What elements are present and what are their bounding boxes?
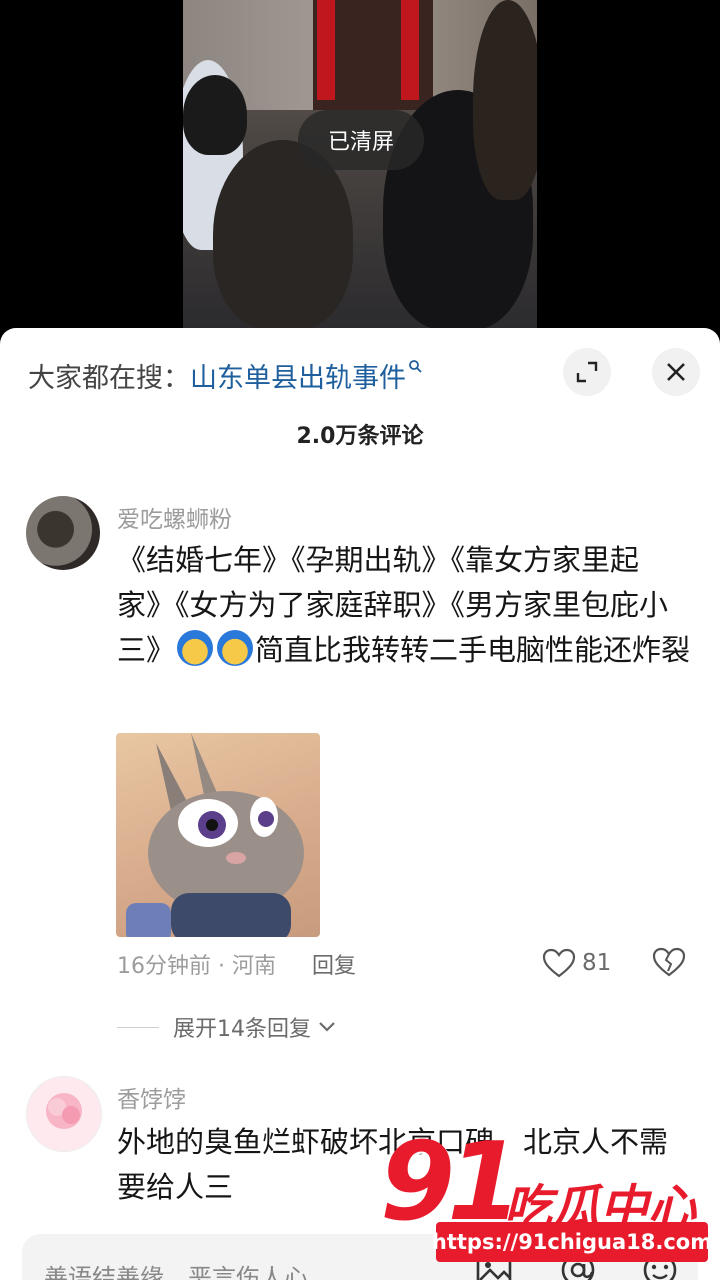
- video-couplet-right: [401, 0, 419, 100]
- chevron-down-icon: [319, 1022, 335, 1032]
- video-couplet-left: [317, 0, 335, 100]
- comment-username[interactable]: 香饽饽: [117, 1080, 186, 1114]
- video-area[interactable]: 已清屏: [0, 0, 720, 330]
- rabbit-sticker-image[interactable]: [116, 733, 320, 937]
- avatar[interactable]: [26, 1076, 102, 1152]
- divider: [117, 1026, 159, 1028]
- comment-input-placeholder: 善语结善缘，恶言伤人心: [44, 1264, 308, 1280]
- trending-search-row[interactable]: 大家都在搜： 山东单县出轨事件: [28, 356, 422, 395]
- broken-heart-icon: [652, 947, 686, 977]
- heart-icon: [542, 948, 576, 978]
- comment-text: 《结婚七年》《孕期出轨》《靠女方家里起家》《女方为了家庭辞职》《男方家里包庇小三…: [117, 538, 697, 673]
- search-icon: [408, 358, 422, 377]
- trending-search-prefix: 大家都在搜：: [28, 363, 190, 394]
- screen-cleared-indicator: 已清屏: [298, 110, 424, 170]
- like-button[interactable]: 81: [542, 948, 611, 978]
- site-watermark: 91 吃瓜中心 https://91chigua18.com: [380, 1128, 720, 1280]
- avatar[interactable]: [26, 496, 100, 570]
- like-count: 81: [582, 950, 612, 976]
- comment-text-part: 简直比我转转二手电脑性能还炸裂: [255, 633, 691, 667]
- expand-button[interactable]: [563, 348, 611, 396]
- comment-count-title: 2.0万条评论: [296, 424, 424, 449]
- comment-meta: 16分钟前 · 河南 回复: [117, 948, 356, 980]
- comment-username[interactable]: 爱吃螺蛳粉: [117, 500, 232, 534]
- close-button[interactable]: [652, 348, 700, 396]
- video-person: [183, 75, 247, 155]
- comment-time-location: 16分钟前 · 河南: [117, 954, 276, 979]
- trending-search-term[interactable]: 山东单县出轨事件: [190, 356, 406, 395]
- watermark-url: https://91chigua18.com: [432, 1222, 712, 1262]
- close-icon: [667, 363, 685, 381]
- dislike-button[interactable]: [652, 946, 686, 982]
- face-emoji-icon: [217, 630, 254, 666]
- video-person: [473, 0, 537, 200]
- expand-replies-label: 展开14条回复: [173, 1017, 311, 1042]
- reply-button[interactable]: 回复: [312, 948, 356, 980]
- expand-icon: [576, 361, 598, 383]
- face-emoji-icon: [177, 630, 214, 666]
- expand-replies-button[interactable]: 展开14条回复: [117, 1011, 337, 1043]
